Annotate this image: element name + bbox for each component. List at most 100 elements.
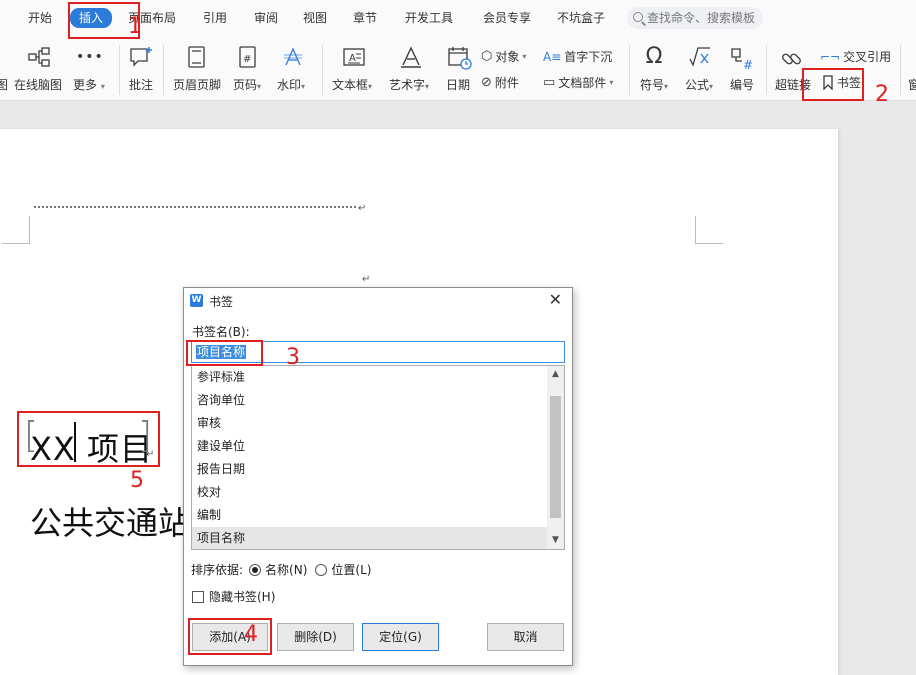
- link-icon: [782, 53, 801, 65]
- tab-member[interactable]: 会员专享: [483, 9, 531, 27]
- textbox-button[interactable]: A 文本框▾: [332, 37, 378, 101]
- ribbon-cut-label-right[interactable]: 窗: [908, 76, 916, 93]
- cross-reference-button[interactable]: ⌐¬ 交叉引用: [820, 48, 891, 65]
- list-item[interactable]: 审核: [192, 412, 547, 435]
- header-footer-icon: [188, 46, 205, 68]
- delete-button[interactable]: 删除(D): [277, 623, 354, 651]
- annotation-box-3: [186, 340, 263, 366]
- hidden-bookmarks-checkbox[interactable]: [192, 590, 204, 603]
- list-scrollbar[interactable]: ▲ ▼: [547, 366, 564, 549]
- list-item[interactable]: 校对: [192, 481, 547, 504]
- formula-icon: [689, 47, 710, 67]
- watermark-button[interactable]: 水印▾: [277, 37, 313, 101]
- annotation-number-4: 4: [244, 622, 258, 647]
- doc-parts-icon: ▭: [543, 75, 556, 90]
- tab-developer[interactable]: 开发工具: [405, 9, 453, 27]
- cross-reference-icon: ⌐¬: [820, 49, 841, 64]
- date-button[interactable]: 日期: [446, 37, 474, 101]
- header-footer-button[interactable]: 页眉页脚: [173, 37, 223, 101]
- mindmap-label: 在线脑图: [14, 78, 63, 92]
- sort-options: 排序依据: 名称(N) 位置(L): [191, 561, 371, 578]
- more-dots-icon: •••: [76, 49, 104, 65]
- tab-review[interactable]: 审阅: [254, 9, 278, 27]
- dialog-title-bar[interactable]: W 书签 ✕: [184, 288, 572, 314]
- bookmark-dialog: W 书签 ✕ 书签名(B): 项目名称 参评标准 咨询单位 审核 建设单位 报告…: [183, 287, 573, 666]
- annotation-box-2: [802, 68, 864, 101]
- ribbon-divider: [163, 45, 164, 95]
- watermark-icon: [284, 47, 302, 66]
- command-search[interactable]: 查找命令、搜索模板: [627, 7, 763, 29]
- bookmark-name-label: 书签名(B):: [192, 325, 250, 339]
- tab-chapter[interactable]: 章节: [353, 9, 377, 27]
- scroll-thumb[interactable]: [550, 396, 561, 518]
- ribbon-cut-label[interactable]: 图: [0, 76, 8, 93]
- page-number-button[interactable]: # 页码▾: [233, 37, 269, 101]
- comment-label: 批注: [129, 78, 154, 92]
- annotation-number-5: 5: [130, 468, 144, 493]
- more-label: 更多 ▾: [73, 78, 105, 92]
- list-item[interactable]: 编制: [192, 504, 547, 527]
- annotation-number-1: 1: [128, 14, 142, 39]
- scroll-down-icon[interactable]: ▼: [547, 532, 564, 549]
- comment-button[interactable]: 批注: [128, 37, 158, 101]
- paragraph-mark: ↵: [358, 203, 367, 214]
- attachment-label: 附件: [494, 76, 519, 90]
- hidden-bookmarks-option[interactable]: 隐藏书签(H): [192, 588, 275, 605]
- list-item[interactable]: 报告日期: [192, 458, 547, 481]
- header-footer-label: 页眉页脚: [173, 78, 222, 92]
- annotation-number-3: 3: [286, 345, 300, 370]
- goto-button[interactable]: 定位(G): [362, 623, 439, 651]
- mindmap-button[interactable]: 在线脑图: [14, 37, 64, 101]
- cancel-button[interactable]: 取消: [487, 623, 564, 651]
- list-item[interactable]: 建设单位: [192, 435, 547, 458]
- formula-button[interactable]: 公式▾: [684, 37, 720, 101]
- list-item-selected[interactable]: 项目名称: [192, 527, 547, 549]
- sort-label: 排序依据:: [191, 563, 244, 577]
- ribbon-divider: [629, 45, 630, 95]
- list-item[interactable]: 参评标准: [192, 366, 547, 389]
- numbering-icon: #: [731, 48, 753, 71]
- margin-corner-top-right: [695, 216, 723, 244]
- sort-by-position-radio[interactable]: [315, 563, 328, 576]
- wordart-icon: [401, 46, 421, 68]
- formula-label: 公式▾: [685, 78, 714, 92]
- ribbon-divider: [766, 45, 767, 95]
- omega-icon: Ω: [645, 44, 663, 69]
- sort-by-name-radio[interactable]: [249, 563, 262, 576]
- header-separator: [34, 206, 356, 208]
- comment-icon: [130, 47, 152, 67]
- page-number-label: 页码▾: [233, 78, 262, 92]
- svg-text:A: A: [349, 53, 356, 64]
- scroll-up-icon[interactable]: ▲: [547, 366, 564, 383]
- symbol-label: 符号▾: [640, 78, 669, 92]
- doc-parts-button[interactable]: ▭ 文档部件 ▾: [543, 74, 613, 91]
- textbox-label: 文本框▾: [332, 78, 373, 92]
- wps-logo-icon: W: [190, 294, 203, 307]
- document-subtitle[interactable]: 公共交通站: [30, 498, 190, 544]
- ribbon-divider: [119, 45, 120, 95]
- close-icon[interactable]: ✕: [549, 291, 562, 309]
- object-button[interactable]: ⬡ 对象 ▾: [481, 48, 526, 65]
- tab-references[interactable]: 引用: [203, 9, 227, 27]
- hidden-bookmarks-label: 隐藏书签(H): [209, 590, 276, 604]
- mindmap-icon: [28, 47, 50, 67]
- calendar-icon: [448, 47, 472, 70]
- ribbon-divider: [322, 45, 323, 95]
- symbol-button[interactable]: Ω 符号▾: [638, 37, 674, 101]
- tab-view[interactable]: 视图: [303, 9, 327, 27]
- cube-icon: ⬡: [481, 49, 493, 64]
- object-label: 对象: [495, 50, 520, 64]
- more-button[interactable]: ••• 更多 ▾: [72, 37, 112, 101]
- tab-start[interactable]: 开始: [28, 9, 52, 27]
- annotation-number-2: 2: [875, 82, 889, 107]
- wordart-button[interactable]: 艺术字▾: [389, 37, 435, 101]
- tab-bukeng-box[interactable]: 不坑盒子: [557, 9, 605, 27]
- attachment-button[interactable]: ⊘ 附件: [481, 74, 519, 91]
- drop-cap-button[interactable]: A≡ 首字下沉: [543, 48, 612, 65]
- bookmark-list[interactable]: 参评标准 咨询单位 审核 建设单位 报告日期 校对 编制 项目名称 ▲ ▼: [191, 365, 565, 550]
- drop-cap-label: 首字下沉: [564, 50, 613, 64]
- numbering-button[interactable]: # 编号: [729, 37, 759, 101]
- search-placeholder: 查找命令、搜索模板: [647, 11, 756, 25]
- list-item[interactable]: 咨询单位: [192, 389, 547, 412]
- ribbon-divider: [900, 45, 901, 95]
